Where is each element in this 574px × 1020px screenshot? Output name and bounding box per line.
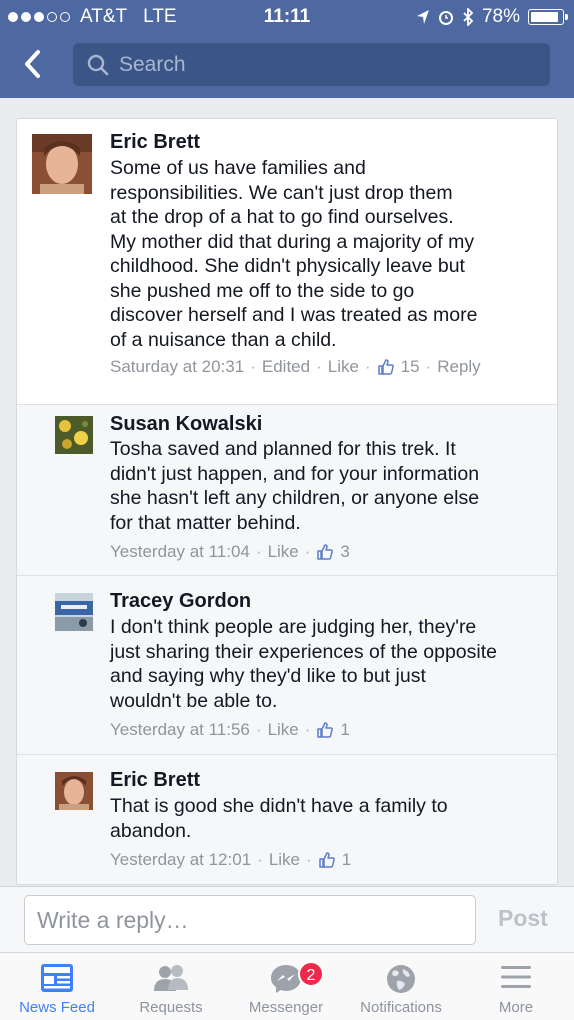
reply-input[interactable]: Write a reply… <box>24 895 476 945</box>
comment-timestamp[interactable]: Yesterday at 11:04 <box>110 542 250 562</box>
tab-label: Messenger <box>248 999 324 1016</box>
bluetooth-icon <box>463 8 474 26</box>
battery-percent: 78% <box>481 6 520 27</box>
tab-notifications[interactable]: Notifications <box>344 953 458 1020</box>
comment-meta: Saturday at 20:31 · Edited · Like · 15 ·… <box>110 357 481 377</box>
status-bar: AT&T LTE 11:11 78% <box>0 0 574 34</box>
battery-icon <box>528 9 568 25</box>
thumbs-up-icon <box>318 852 335 868</box>
tab-label: Requests <box>139 999 203 1016</box>
globe-icon <box>387 965 415 993</box>
tab-bar: News Feed Requests 2 Messenger Notificat… <box>0 952 574 1020</box>
comment: Eric Brett Some of us have families and … <box>17 119 557 404</box>
comment-meta: Yesterday at 11:56 · Like · 1 <box>110 720 350 740</box>
post-button[interactable]: Post <box>498 905 548 932</box>
reply-item: Eric Brett That is good she didn't have … <box>17 754 557 884</box>
news-feed-icon <box>41 964 73 992</box>
comment-meta: Yesterday at 12:01 · Like · 1 <box>110 850 352 870</box>
tab-more[interactable]: More <box>458 953 574 1020</box>
commenter-name[interactable]: Eric Brett <box>110 131 200 154</box>
thumbs-up-icon <box>377 359 394 375</box>
commenter-name[interactable]: Susan Kowalski <box>110 413 262 436</box>
chevron-left-icon <box>25 50 40 78</box>
comment-meta: Yesterday at 11:04 · Like · 3 <box>110 542 350 562</box>
tab-news-feed[interactable]: News Feed <box>0 953 114 1020</box>
comment-text: Some of us have families and responsibil… <box>110 157 478 351</box>
like-count[interactable]: 3 <box>340 542 349 562</box>
like-button[interactable]: Like <box>268 542 299 562</box>
reply-composer: Write a reply… Post <box>0 886 574 952</box>
search-icon <box>87 54 109 75</box>
reply-item: Tracey Gordon I don't think people are j… <box>17 575 557 754</box>
tab-label: News Feed <box>19 999 95 1016</box>
avatar[interactable] <box>32 134 92 194</box>
avatar[interactable] <box>55 416 93 454</box>
messenger-icon <box>271 965 301 993</box>
friend-requests-icon <box>154 965 188 991</box>
commenter-name[interactable]: Eric Brett <box>110 769 200 792</box>
thumbs-up-icon <box>317 722 334 738</box>
comment-timestamp[interactable]: Yesterday at 12:01 <box>110 850 251 870</box>
like-button[interactable]: Like <box>328 357 359 377</box>
reply-item: Susan Kowalski Tosha saved and planned f… <box>17 404 557 575</box>
like-button[interactable]: Like <box>268 720 299 740</box>
comment-thread: Eric Brett Some of us have families and … <box>16 118 558 885</box>
like-count[interactable]: 1 <box>342 850 351 870</box>
search-placeholder: Search <box>119 52 186 76</box>
like-count[interactable]: 1 <box>340 720 349 740</box>
edited-label[interactable]: Edited <box>262 357 310 377</box>
comment-text: I don't think people are judging her, th… <box>110 616 497 712</box>
comment-text: Tosha saved and planned for this trek. I… <box>110 438 480 534</box>
reply-button[interactable]: Reply <box>437 357 480 377</box>
header-bar: AT&T LTE 11:11 78% Search <box>0 0 574 98</box>
tab-label: Notifications <box>360 999 442 1016</box>
search-input[interactable]: Search <box>73 43 550 86</box>
avatar[interactable] <box>55 593 93 631</box>
commenter-name[interactable]: Tracey Gordon <box>110 590 251 613</box>
tab-messenger[interactable]: 2 Messenger <box>228 953 344 1020</box>
comment-text: That is good she didn't have a family to… <box>110 795 448 842</box>
avatar[interactable] <box>55 772 93 810</box>
location-arrow-icon <box>416 10 429 24</box>
thumbs-up-icon <box>317 544 334 560</box>
like-count[interactable]: 15 <box>401 357 420 377</box>
comment-timestamp[interactable]: Saturday at 20:31 <box>110 357 244 377</box>
tab-requests[interactable]: Requests <box>114 953 228 1020</box>
comment-timestamp[interactable]: Yesterday at 11:56 <box>110 720 250 740</box>
menu-icon <box>501 966 531 988</box>
tab-label: More <box>498 999 534 1016</box>
back-button[interactable] <box>18 46 48 82</box>
alarm-icon <box>438 11 453 25</box>
like-button[interactable]: Like <box>269 850 300 870</box>
messenger-badge: 2 <box>298 961 324 987</box>
